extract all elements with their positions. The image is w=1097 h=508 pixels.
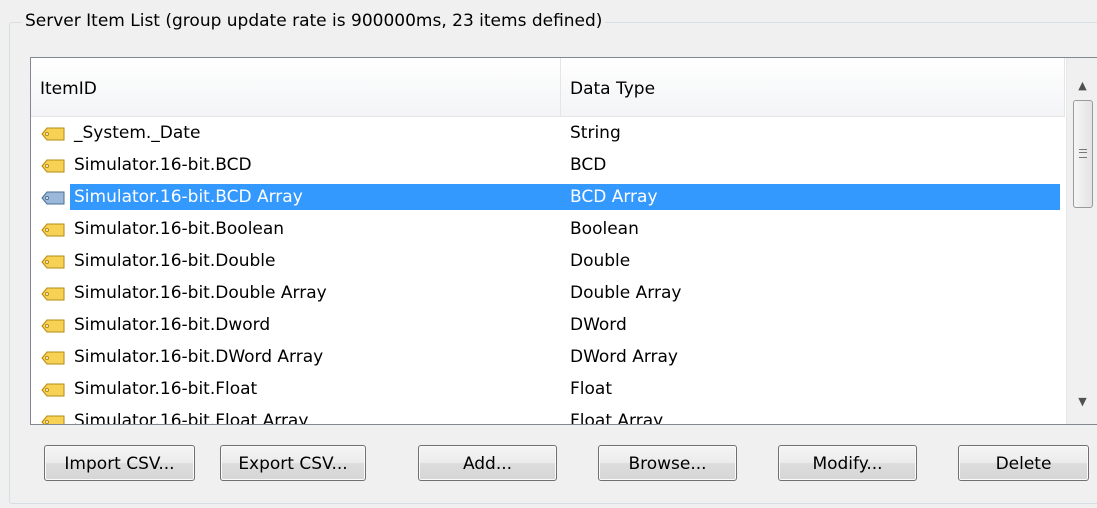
import-csv-button[interactable]: Import CSV... (44, 445, 195, 481)
browse-button[interactable]: Browse... (598, 445, 737, 481)
modify-button[interactable]: Modify... (778, 445, 917, 481)
tag-icon (41, 415, 65, 424)
list-item[interactable]: Simulator.16-bit.Dword DWord (31, 309, 1065, 341)
tag-icon (41, 351, 65, 365)
data-type-cell: DWord (570, 315, 627, 335)
column-header-data-type[interactable]: Data Type (561, 58, 1065, 116)
data-type-cell: DWord Array (570, 347, 678, 367)
data-type-cell: Float Array (570, 411, 664, 425)
item-id-cell: Simulator.16-bit.Double (74, 251, 276, 271)
data-type-cell: Boolean (570, 219, 639, 239)
tag-icon (41, 383, 65, 397)
tag-icon (41, 191, 65, 205)
list-header: ItemID Data Type (31, 58, 1065, 117)
list-item[interactable]: Simulator.16-bit.DWord Array DWord Array (31, 341, 1065, 373)
data-type-cell: BCD Array (561, 184, 1060, 210)
list-item[interactable]: Simulator.16-bit.Float Array Float Array (31, 405, 1065, 425)
tag-icon (41, 255, 65, 269)
item-id-cell: Simulator.16-bit.DWord Array (74, 347, 324, 367)
column-header-itemid[interactable]: ItemID (31, 58, 561, 116)
item-id-cell: Simulator.16-bit.BCD (74, 155, 252, 175)
list-item-selected[interactable]: Simulator.16-bit.BCD Array BCD Array (31, 181, 1065, 213)
list-item[interactable]: Simulator.16-bit.Double Array Double Arr… (31, 277, 1065, 309)
delete-button[interactable]: Delete (958, 445, 1089, 481)
tag-icon (41, 159, 65, 173)
server-item-listview[interactable]: ItemID Data Type _System._Date String Si… (30, 57, 1097, 425)
grip-icon (1079, 149, 1087, 158)
add-button[interactable]: Add... (418, 445, 557, 481)
scroll-down-arrow-icon[interactable]: ▼ (1067, 388, 1097, 416)
group-title: Server Item List (group update rate is 9… (22, 10, 606, 32)
export-csv-button[interactable]: Export CSV... (220, 445, 366, 481)
tag-icon (41, 287, 65, 301)
scroll-up-arrow-icon[interactable]: ▲ (1067, 72, 1097, 100)
data-type-cell: Double Array (570, 283, 682, 303)
list-item[interactable]: Simulator.16-bit.Float Float (31, 373, 1065, 405)
tag-icon (41, 127, 65, 141)
data-type-cell: Float (570, 379, 612, 399)
item-id-cell: Simulator.16-bit.Float (74, 379, 258, 399)
item-id-cell: Simulator.16-bit.BCD Array (70, 184, 561, 210)
list-item[interactable]: _System._Date String (31, 117, 1065, 149)
item-id-cell: Simulator.16-bit.Float Array (74, 411, 309, 425)
list-item[interactable]: Simulator.16-bit.Double Double (31, 245, 1065, 277)
tag-icon (41, 319, 65, 333)
vertical-scrollbar[interactable]: ▲ ▼ (1066, 58, 1097, 424)
item-id-cell: _System._Date (74, 123, 201, 143)
data-type-cell: String (570, 123, 621, 143)
list-item[interactable]: Simulator.16-bit.Boolean Boolean (31, 213, 1065, 245)
data-type-cell: Double (570, 251, 631, 271)
item-id-cell: Simulator.16-bit.Boolean (74, 219, 285, 239)
tag-icon (41, 223, 65, 237)
data-type-cell: BCD (570, 155, 607, 175)
item-id-cell: Simulator.16-bit.Double Array (74, 283, 327, 303)
scrollbar-thumb[interactable] (1073, 100, 1093, 208)
item-id-cell: Simulator.16-bit.Dword (74, 315, 271, 335)
list-item[interactable]: Simulator.16-bit.BCD BCD (31, 149, 1065, 181)
